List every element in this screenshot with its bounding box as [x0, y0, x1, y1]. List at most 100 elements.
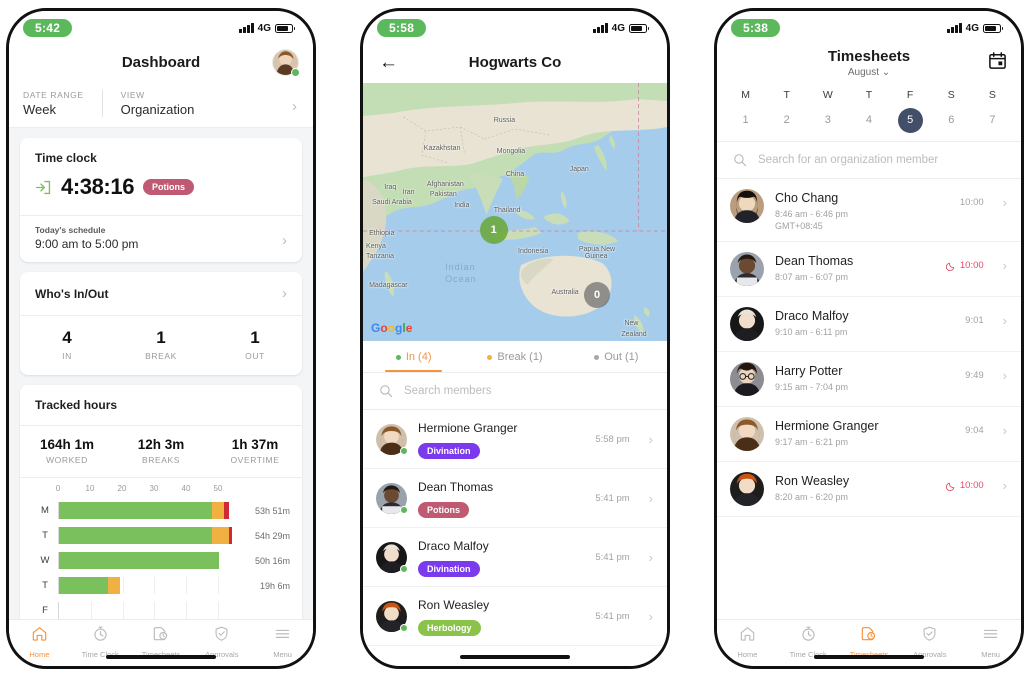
member-row[interactable]: Draco Malfoy Divination 5:41 pm ›: [363, 528, 667, 587]
tab-approvals[interactable]: Approvals: [191, 625, 252, 659]
tab-time-clock[interactable]: Time Clock: [778, 625, 839, 659]
avatar: [730, 472, 764, 506]
entry-name: Dean Thomas: [775, 254, 854, 268]
timesheet-row[interactable]: Dean Thomas 8:07 am - 6:07 pm 10:00 ›: [717, 242, 1021, 297]
week-day-selector[interactable]: M 1 T 2 W 3 T 4 F 5 S 6 S 7: [717, 85, 1021, 142]
avatar-image: [730, 417, 764, 451]
network-label: 4G: [257, 22, 271, 34]
tracked-hours-chart: 0 10 20 30 40 50 M 53h 51m T 54h 29m W 50h 16…: [20, 478, 302, 619]
map-label: Australia: [551, 289, 579, 297]
search-input[interactable]: Search for an organization member: [758, 154, 938, 166]
map-cluster-marker[interactable]: 1: [479, 216, 508, 245]
status-bar: 5:58 4G: [363, 11, 667, 41]
member-row[interactable]: Hermione Granger Divination 5:58 pm ›: [363, 410, 667, 469]
map-label: Indonesia: [518, 248, 549, 256]
tab-home[interactable]: Home: [9, 625, 70, 659]
member-time: 5:41 pm: [595, 492, 630, 504]
map-label: China: [505, 170, 525, 178]
online-dot: [400, 623, 408, 632]
week-day-5[interactable]: F 5: [890, 89, 931, 133]
bar-segment-worked: [59, 527, 212, 544]
week-day-4[interactable]: T 4: [848, 89, 889, 133]
week-day-1[interactable]: M 1: [725, 89, 766, 133]
member-name: Ron Weasley: [418, 598, 490, 612]
bar-segment-overtime: [228, 527, 232, 544]
avatar[interactable]: [272, 48, 300, 77]
month-selector[interactable]: August ⌄: [848, 67, 890, 78]
week-day-number: 5: [897, 108, 923, 133]
week-day-3[interactable]: W 3: [807, 89, 848, 133]
tab-time-clock[interactable]: Time Clock: [70, 625, 131, 659]
status-tab-in[interactable]: In (4): [363, 341, 464, 372]
timesheet-icon: [860, 625, 877, 647]
week-day-letter: M: [741, 89, 750, 101]
chart-row: T 19h 6m: [32, 573, 290, 598]
timesheet-row[interactable]: Hermione Granger 9:17 am - 6:21 pm 9:04 …: [717, 407, 1021, 462]
map-label: Japan: [569, 165, 589, 173]
date-range-cell[interactable]: DATE RANGE Week: [23, 90, 102, 117]
map-label: Pakistan: [429, 191, 457, 199]
timesheet-row[interactable]: Harry Potter 9:15 am - 7:04 pm 9:49 ›: [717, 352, 1021, 407]
timesheet-row[interactable]: Draco Malfoy 9:10 am - 6:11 pm 9:01 ›: [717, 297, 1021, 352]
tracked-hours-card[interactable]: Tracked hours 164h 1m WORKED 12h 3m BREA…: [20, 385, 302, 619]
view-value: Organization: [120, 102, 195, 117]
week-day-number: 2: [783, 114, 790, 126]
chart-row-label: W: [40, 555, 50, 566]
chart-row: T 54h 29m: [32, 523, 290, 548]
home-icon: [31, 625, 48, 647]
three-phone-screenshots: 5:42 4G Dashboard DATE RANGE Week VIEW O…: [0, 0, 1024, 677]
member-time: 5:41 pm: [595, 551, 630, 563]
chart-row: M 53h 51m: [32, 498, 290, 523]
chart-row: W 50h 16m: [32, 548, 290, 573]
status-tab-break[interactable]: Break (1): [464, 341, 565, 372]
entry-total: 10:00: [945, 260, 984, 271]
search-members-row[interactable]: Search members: [363, 373, 667, 410]
map-label: Thailand: [493, 206, 521, 214]
search-icon: [734, 154, 747, 167]
week-day-7[interactable]: S 7: [972, 89, 1013, 133]
member-row[interactable]: Dean Thomas Potions 5:41 pm ›: [363, 469, 667, 528]
page-title: Timesheets: [827, 48, 911, 65]
back-arrow-icon[interactable]: ←: [379, 53, 398, 72]
map-view[interactable]: Russia Kazakhstan Mongolia Japan China Afghan…: [363, 83, 667, 341]
chart-row-label: T: [42, 530, 48, 541]
todays-schedule-row[interactable]: Today's schedule 9:00 am to 5:00 pm ›: [20, 215, 302, 262]
tab-menu[interactable]: Menu: [252, 625, 313, 659]
member-row[interactable]: Ron Weasley Herbology 5:41 pm ›: [363, 587, 667, 646]
week-day-2[interactable]: T 2: [766, 89, 807, 133]
tab-approvals[interactable]: Approvals: [899, 625, 960, 659]
timesheet-row[interactable]: Ron Weasley 8:20 am - 6:20 pm 10:00 ›: [717, 462, 1021, 517]
search-member-row[interactable]: Search for an organization member: [717, 142, 1021, 179]
member-list[interactable]: Hermione Granger Divination 5:58 pm › De…: [363, 410, 667, 666]
timesheet-entry-list[interactable]: Cho Chang 8:46 am - 6:46 pm GMT+08:45 10…: [717, 179, 1021, 619]
week-day-number: 6: [948, 114, 955, 126]
map-label: Afghanistan: [426, 181, 464, 189]
date-range-view-row[interactable]: DATE RANGE Week VIEW Organization ›: [9, 83, 313, 128]
week-day-6[interactable]: S 6: [931, 89, 972, 133]
calendar-icon[interactable]: [988, 51, 1007, 75]
x-tick: 30: [149, 484, 159, 493]
member-time: 5:41 pm: [595, 610, 630, 622]
status-filter-tabs[interactable]: In (4) Break (1) Out (1): [363, 341, 667, 373]
time-clock-card[interactable]: Time clock 4:38:16 Potions Today's sched…: [20, 138, 302, 262]
tab-timesheets[interactable]: Timesheets: [839, 625, 900, 659]
dashboard-scroll[interactable]: Time clock 4:38:16 Potions Today's sched…: [9, 128, 313, 619]
chevron-right-icon: ›: [292, 98, 297, 116]
map-cluster-marker[interactable]: 0: [584, 281, 611, 308]
status-tab-out[interactable]: Out (1): [566, 341, 667, 372]
status-bar: 5:42 4G: [9, 11, 313, 41]
view-cell[interactable]: VIEW Organization: [101, 90, 213, 117]
tab-home[interactable]: Home: [717, 625, 778, 659]
chevron-right-icon: ›: [648, 549, 653, 565]
whos-in-out-card[interactable]: Who's In/Out › 4 IN 1 BREAK 1 OUT: [20, 272, 302, 375]
date-range-value: Week: [23, 102, 56, 117]
search-input[interactable]: Search members: [404, 385, 492, 397]
phone-timesheets: 5:38 4G Timesheets August ⌄ M 1 T 2 W 3 …: [714, 8, 1024, 669]
tab-timesheets[interactable]: Timesheets: [131, 625, 192, 659]
tab-menu[interactable]: Menu: [960, 625, 1021, 659]
avatar-image: [730, 362, 764, 396]
job-badge: Potions: [143, 179, 195, 195]
entry-time-range: 8:46 am - 6:46 pm: [775, 209, 849, 219]
timesheet-row[interactable]: Cho Chang 8:46 am - 6:46 pm GMT+08:45 10…: [717, 179, 1021, 242]
view-label: VIEW: [120, 90, 145, 100]
